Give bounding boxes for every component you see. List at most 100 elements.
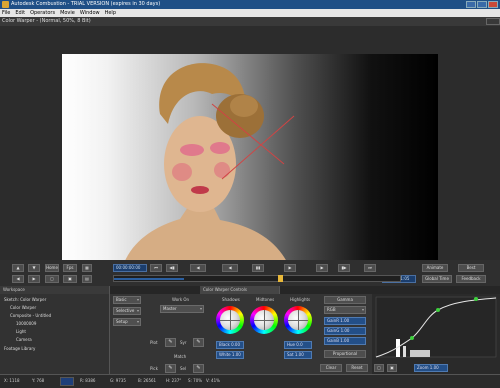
sel-eyedropper-icon[interactable]: ✎ [193, 364, 204, 373]
plot-label: Plot [150, 340, 158, 345]
nav-right-button[interactable]: ▶ [28, 275, 40, 283]
tree-item-camera[interactable]: Camera [16, 337, 32, 342]
stop-button[interactable]: ▮▮ [252, 264, 264, 272]
tree-item-footage-library[interactable]: Footage Library [4, 346, 35, 351]
gamma-curve-panel[interactable]: ▢ ▣ Zoom 1.00 [372, 294, 500, 374]
nav-down-button[interactable]: ▼ [28, 264, 40, 272]
menu-edit[interactable]: Edit [15, 10, 25, 16]
maximize-button[interactable] [477, 1, 487, 8]
zoom-field[interactable]: Zoom 1.00 [414, 364, 448, 372]
tab-workspace[interactable]: Workspace [0, 286, 110, 294]
proportional-button[interactable]: Proportional [324, 350, 366, 358]
status-bar: X: 1118 Y: 768 R: 8386 G: 9735 B: 26561 … [0, 374, 500, 388]
go-to-end-button[interactable]: ⏭ [364, 264, 376, 272]
selective-select[interactable]: Selective [113, 307, 141, 315]
gamma-curve-graph[interactable] [372, 294, 500, 374]
black-field[interactable]: Black 0.00 [216, 341, 244, 349]
menu-window[interactable]: Window [80, 10, 100, 16]
go-to-start-button[interactable]: ⏮ [150, 264, 162, 272]
menu-file[interactable]: File [2, 10, 10, 16]
work-on-label: Work On [172, 297, 190, 302]
midtones-label: Midtones [256, 297, 275, 302]
timecode-start[interactable]: 00:00:00:00 [113, 264, 147, 272]
timeline-track[interactable] [113, 275, 401, 282]
minimize-button[interactable] [466, 1, 476, 8]
hue-field[interactable]: Hue 0.0 [284, 341, 312, 349]
portrait-image [122, 63, 295, 268]
shadows-color-wheel[interactable] [216, 306, 244, 334]
transport-bar: ▲ ▼ Home Fps ▦ ◀ ▶ ▢ ▣ ▤ 00:00:00:00 ⏮ ◀… [0, 260, 500, 286]
nav-up-button[interactable]: ▲ [12, 264, 24, 272]
window-title: Autodesk Combustion - TRIAL VERSION (exp… [11, 1, 161, 7]
tree-item-sketch[interactable]: Sketch: Color Warper [4, 297, 46, 302]
status-h: H: 237° [166, 378, 182, 383]
tree-item-composite[interactable]: Composite - Untitled [10, 313, 51, 318]
white-field[interactable]: White 1.00 [216, 351, 244, 359]
status-x: X: 1118 [4, 378, 20, 383]
reset-button[interactable]: Reset [346, 364, 368, 372]
workspace-panel: Sketch: Color Warper Color Warper Compos… [0, 294, 110, 374]
menu-help[interactable]: Help [105, 10, 116, 16]
rgb-select[interactable]: RGB [324, 306, 366, 314]
view-button-a[interactable]: ▢ [45, 275, 59, 283]
sel-label: Sel [180, 366, 187, 371]
nav-left-button[interactable]: ◀ [12, 275, 24, 283]
menu-movie[interactable]: Movie [60, 10, 75, 16]
app-icon [2, 1, 9, 8]
plot-eyedropper-icon[interactable]: ✎ [165, 338, 176, 347]
viewer-options-button[interactable] [486, 18, 500, 25]
tab-color-warper-controls[interactable]: Color Warper Controls [200, 286, 280, 294]
color-warper-panel: Basic Selective Setup Work On Master Sha… [110, 294, 372, 374]
feedback-button[interactable]: Feedback [456, 275, 486, 283]
view-button-b[interactable]: ▣ [63, 275, 77, 283]
gain-r-field[interactable]: GainR 1.00 [324, 317, 366, 325]
basic-select[interactable]: Basic [113, 296, 141, 304]
play-back-button[interactable]: ◀ [222, 264, 238, 272]
shadows-label: Shadows [222, 297, 240, 302]
play-button[interactable]: ▶ [284, 264, 296, 272]
highlights-color-wheel[interactable] [284, 306, 312, 334]
sat-field[interactable]: Sat 1.00 [284, 351, 312, 359]
step-forward-button[interactable]: ▶ [316, 264, 328, 272]
setup-select[interactable]: Setup [113, 318, 141, 326]
gamma-button[interactable]: Gamma [324, 296, 366, 304]
sy-label: Syr [180, 340, 187, 345]
close-button[interactable] [488, 1, 498, 8]
home-button[interactable]: Home [45, 264, 59, 272]
status-g: G: 9735 [110, 378, 126, 383]
viewer-header: Color Warper - (Normal, 50%, 8 Bit) [0, 17, 500, 26]
curve-tool-b-button[interactable]: ▣ [387, 364, 397, 372]
play-reverse-button[interactable]: ◀ [190, 264, 206, 272]
pick-eyedropper-icon[interactable]: ✎ [165, 364, 176, 373]
status-v: V: 41% [206, 378, 220, 383]
playhead[interactable] [278, 275, 283, 282]
color-swatch [60, 377, 74, 386]
menu-operators[interactable]: Operators [30, 10, 55, 16]
work-on-select[interactable]: Master [160, 305, 204, 313]
midtones-color-wheel[interactable] [250, 306, 278, 334]
view-button-c[interactable]: ▤ [82, 275, 92, 283]
work-area-bar [114, 278, 184, 280]
status-s: S: 70% [188, 378, 203, 383]
gain-g-field[interactable]: GainG 1.00 [324, 327, 366, 335]
tree-item-light[interactable]: Light [16, 329, 26, 334]
sy-eyedropper-icon[interactable]: ✎ [193, 338, 204, 347]
tree-item-color-warper[interactable]: Color Warper [10, 305, 36, 310]
step-back-button[interactable]: ◀▮ [166, 264, 178, 272]
fps-button[interactable]: Fps [63, 264, 77, 272]
pick-label: Pick [150, 366, 158, 371]
next-frame-button[interactable]: ▮▶ [338, 264, 350, 272]
tree-item-layer[interactable]: 10000009 [16, 321, 36, 326]
image-canvas[interactable] [62, 54, 438, 268]
animate-button[interactable]: Animate [422, 264, 448, 272]
highlights-label: Highlights [290, 297, 311, 302]
global-time-button[interactable]: Global Time [422, 275, 452, 283]
grid-button[interactable]: ▦ [82, 264, 92, 272]
best-quality-select[interactable]: Best [458, 264, 484, 272]
status-y: Y: 768 [32, 378, 45, 383]
gain-b-field[interactable]: GainB 1.00 [324, 337, 366, 345]
clear-button[interactable]: Clear [320, 364, 342, 372]
tab-row: Workspace Color Warper Controls [0, 286, 500, 294]
viewer-area[interactable] [0, 26, 500, 268]
curve-tool-a-button[interactable]: ▢ [374, 364, 384, 372]
